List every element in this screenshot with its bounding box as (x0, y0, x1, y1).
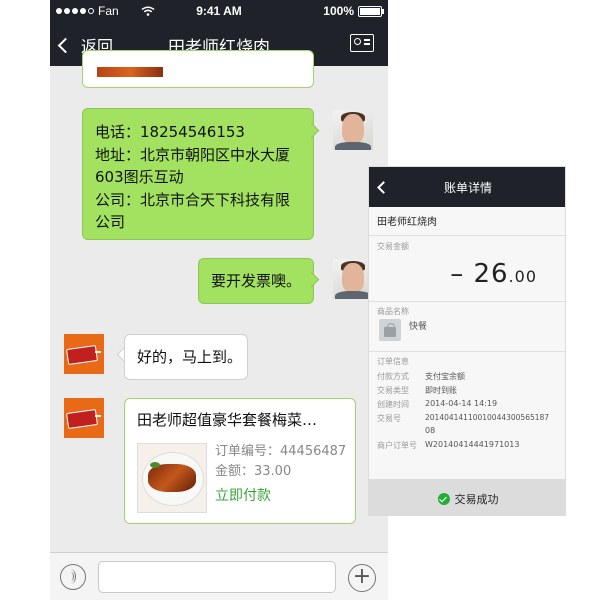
check-circle-icon (437, 493, 450, 505)
bill-row-label: 创建时间 (377, 400, 409, 409)
order-amount: 金额：33.00 (215, 464, 292, 479)
bill-row-label: 商户订单号 (377, 441, 417, 450)
bill-detail-panel: 账单详情 田老师红烧肉 交易金额 – 26.00 商品名称 快餐 订单信息 付款… (368, 166, 566, 516)
pay-now-link[interactable]: 立即付款 (215, 485, 271, 507)
food-thumbnail (97, 67, 163, 77)
order-title: 田老师超值豪华套餐梅菜… (137, 411, 318, 429)
product-label: 商品名称 (377, 307, 409, 316)
battery-icon (358, 5, 384, 17)
bill-row-value: 即时到账 (425, 386, 457, 395)
invoice-request-text: 要开发票噢。 (211, 272, 302, 290)
bill-row-value: 20140414110010044300565187 (425, 413, 550, 422)
shopping-bag-icon (379, 319, 401, 341)
previous-message-bubble[interactable] (82, 50, 314, 88)
battery-percent: 100% (323, 4, 354, 18)
bill-nav-bar: 账单详情 (369, 167, 565, 207)
bill-title: 账单详情 (443, 181, 492, 195)
order-card[interactable]: 田老师超值豪华套餐梅菜… 订单编号：44456487 金额：33.00 立即付款 (124, 398, 356, 524)
voice-button[interactable] (60, 564, 86, 590)
phone-line: 电话：18254546153 (95, 123, 245, 141)
bill-row-label: 交易类型 (377, 386, 409, 395)
amount-label: 交易金额 (377, 242, 409, 251)
company-line-1: 公司：北京市合天下科技有限 (95, 191, 291, 209)
user-avatar[interactable] (333, 110, 373, 150)
contact-card-icon[interactable] (350, 34, 374, 52)
user-avatar[interactable] (333, 259, 373, 299)
bill-row-value: 08 (425, 426, 436, 435)
input-bar: + (50, 552, 388, 600)
bill-amount-dec: .00 (508, 267, 537, 286)
reply-text: 好的，马上到。 (137, 348, 243, 366)
bill-amount: – 26.00 (450, 259, 537, 289)
bill-row-value: 支付宝余额 (425, 372, 465, 381)
order-number: 订单编号：44456487 (215, 444, 347, 459)
invoice-request-bubble[interactable]: 要开发票噢。 (198, 258, 314, 304)
contact-info-bubble[interactable]: 电话：18254546153 地址：北京市朝阳区中水大厦 603图乐互动 公司：… (82, 108, 314, 240)
phone-screen: Fan 9:41 AM 100% 返回 田老师红烧肉 电话：1825454615… (50, 0, 388, 600)
bill-row-value: 2014-04-14 14:19 (425, 399, 498, 408)
success-bar: 交易成功 (369, 479, 565, 515)
company-line-2: 公司 (95, 213, 126, 231)
bill-amount-int: – 26 (450, 259, 509, 289)
message-input[interactable] (98, 561, 336, 593)
bill-row-label: 付款方式 (377, 372, 409, 381)
bill-row-value: W20140414441971013 (425, 440, 520, 449)
bill-merchant: 田老师红烧肉 (377, 217, 437, 228)
product-name: 快餐 (409, 322, 428, 332)
reply-bubble[interactable]: 好的，马上到。 (124, 334, 248, 380)
address-line-2: 603图乐互动 (95, 168, 184, 186)
bill-row-label: 交易号 (377, 414, 401, 423)
shop-avatar[interactable] (64, 334, 104, 374)
add-button[interactable]: + (348, 564, 376, 592)
status-bar: Fan 9:41 AM 100% (50, 0, 388, 22)
food-image (137, 443, 207, 513)
address-line-1: 地址：北京市朝阳区中水大厦 (95, 146, 291, 164)
order-info-label: 订单信息 (377, 357, 409, 366)
success-text: 交易成功 (454, 493, 499, 506)
shop-avatar[interactable] (64, 398, 104, 438)
